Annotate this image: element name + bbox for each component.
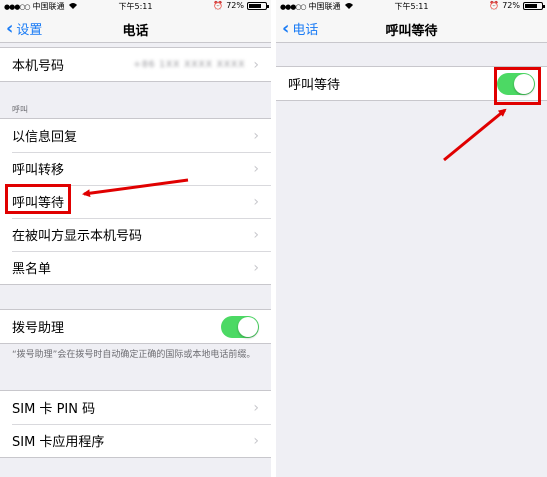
page-title: 呼叫等待 — [385, 24, 438, 39]
highlight-box-call-waiting — [5, 184, 71, 214]
highlight-box-toggle — [494, 67, 541, 105]
battery-percent: 72% — [226, 1, 244, 10]
my-number-row[interactable]: 本机号码 +86 1XX XXXX XXXX › — [0, 48, 271, 81]
my-number-group: 本机号码 +86 1XX XXXX XXXX › — [0, 47, 271, 82]
left-phone-screen: ●●●○○ 中国联通 下午5:11 ⏰ 72% ‹ 设置 电话 本机号码 +86… — [0, 0, 271, 477]
chevron-right-icon: › — [253, 160, 259, 177]
chevron-right-icon: › — [253, 193, 259, 210]
respond-with-text-row[interactable]: 以信息回复 › — [0, 119, 271, 152]
my-number-label: 本机号码 — [12, 59, 65, 74]
chevron-right-icon: › — [253, 259, 259, 276]
nav-bar: ‹ 设置 电话 — [0, 13, 271, 43]
calls-section-header: 呼叫 — [12, 105, 28, 114]
dial-assist-label: 拨号助理 — [12, 321, 65, 336]
status-bar: ●●●○○ 中国联通 下午5:11 ⏰ 72% — [0, 0, 271, 13]
dial-assist-footnote: “拨号助理”会在拨号时自动确定正确的国际或本地电话前缀。 — [12, 350, 256, 360]
show-caller-id-row[interactable]: 在被叫方显示本机号码 › — [0, 218, 271, 251]
chevron-right-icon: › — [253, 127, 259, 144]
sim-apps-row[interactable]: SIM 卡应用程序 › — [0, 424, 271, 457]
dial-assist-row: 拨号助理 — [0, 310, 271, 343]
my-number-value: +86 1XX XXXX XXXX — [133, 59, 246, 70]
back-button[interactable]: ‹ 设置 — [6, 19, 42, 38]
chevron-left-icon: ‹ — [282, 17, 290, 39]
blocked-list-row[interactable]: 黑名单 › — [0, 251, 271, 284]
battery-icon — [523, 1, 545, 10]
call-forwarding-row[interactable]: 呼叫转移 › — [0, 152, 271, 185]
chevron-right-icon: › — [253, 399, 259, 416]
status-bar: ●●●○○ 中国联通 下午5:11 ⏰ 72% — [276, 0, 547, 13]
battery-icon — [247, 1, 269, 10]
chevron-right-icon: › — [253, 56, 259, 73]
dial-assist-group: 拨号助理 — [0, 309, 271, 344]
right-phone-screen: ●●●○○ 中国联通 下午5:11 ⏰ 72% ‹ 电话 呼叫等待 呼叫等待 — [276, 0, 547, 477]
nav-bar: ‹ 电话 呼叫等待 — [276, 13, 547, 43]
chevron-left-icon: ‹ — [6, 17, 14, 39]
call-waiting-label: 呼叫等待 — [288, 78, 341, 93]
back-button[interactable]: ‹ 电话 — [282, 19, 318, 38]
back-label: 电话 — [292, 23, 319, 38]
back-label: 设置 — [16, 23, 43, 38]
sim-pin-row[interactable]: SIM 卡 PIN 码 › — [0, 391, 271, 424]
dial-assist-toggle[interactable] — [221, 315, 259, 338]
battery-percent: 72% — [502, 1, 520, 10]
page-title: 电话 — [122, 24, 149, 39]
alarm-icon: ⏰ — [489, 1, 500, 10]
chevron-right-icon: › — [253, 432, 259, 449]
alarm-icon: ⏰ — [213, 1, 224, 10]
chevron-right-icon: › — [253, 226, 259, 243]
sim-group: SIM 卡 PIN 码 › SIM 卡应用程序 › — [0, 390, 271, 458]
